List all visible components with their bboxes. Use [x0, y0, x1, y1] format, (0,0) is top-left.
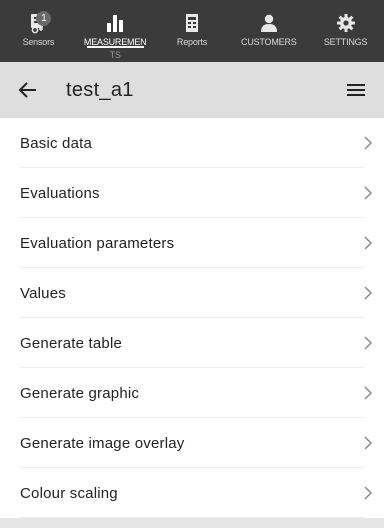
tab-measurements[interactable]: MEASUREMEN TS: [77, 0, 154, 62]
chevron-right-icon: [352, 318, 384, 368]
chevron-right-icon: [352, 468, 384, 518]
tab-settings-label: SETTINGS: [323, 37, 368, 47]
tab-sensors[interactable]: 1 Sensors: [0, 0, 77, 62]
list-item-colour-scaling[interactable]: Colour scaling: [0, 468, 384, 518]
chevron-right-icon: [352, 118, 384, 168]
chevron-right-icon: [352, 268, 384, 318]
top-navigation: 1 Sensors MEASUREMEN TS Reports CUSTOMER…: [0, 0, 384, 62]
list-item-label: Evaluations: [20, 184, 100, 202]
menu-button[interactable]: [328, 62, 384, 118]
chevron-right-icon: [352, 368, 384, 418]
hamburger-menu-icon: [347, 84, 365, 96]
arrow-left-icon: [18, 82, 36, 98]
list-item-generate-graphic[interactable]: Generate graphic: [0, 368, 384, 418]
list-item-label: Generate graphic: [20, 384, 140, 402]
list-item-evaluations[interactable]: Evaluations: [0, 168, 384, 218]
tab-customers-label: CUSTOMERS: [241, 37, 297, 47]
bar-chart-icon: [107, 15, 124, 32]
page-title: test_a1: [66, 78, 134, 101]
title-bar: test_a1: [0, 62, 384, 118]
list-item-values[interactable]: Values: [0, 268, 384, 318]
list-item-label: Evaluation parameters: [20, 234, 175, 252]
list-item-basic-data[interactable]: Basic data: [0, 118, 384, 168]
tab-reports-label: Reports: [176, 37, 208, 47]
chevron-right-icon: [352, 168, 384, 218]
list-item-label: Values: [20, 284, 66, 302]
list-item-label: Generate table: [20, 334, 123, 352]
report-icon: [185, 14, 198, 32]
tab-sensors-label: Sensors: [22, 37, 55, 47]
chevron-right-icon: [352, 418, 384, 468]
list-item-label: Basic data: [20, 134, 93, 152]
active-tab-indicator: [86, 46, 144, 48]
tab-measurements-label-overflow: TS: [109, 50, 121, 60]
tab-measurements-label: MEASUREMEN TS: [80, 37, 150, 60]
list-item-generate-image-overlay[interactable]: Generate image overlay: [0, 418, 384, 468]
tab-reports[interactable]: Reports: [154, 0, 231, 62]
tab-customers[interactable]: CUSTOMERS: [230, 0, 307, 62]
list-item-label: Colour scaling: [20, 484, 118, 502]
gear-icon: [336, 14, 355, 32]
back-button[interactable]: [0, 62, 56, 118]
list-item-label: Generate image overlay: [20, 434, 185, 452]
chevron-right-icon: [352, 218, 384, 268]
customer-icon: [260, 14, 277, 32]
list-item-evaluation-parameters[interactable]: Evaluation parameters: [0, 218, 384, 268]
list-bottom-edge: [0, 518, 384, 528]
tab-settings[interactable]: SETTINGS: [307, 0, 384, 62]
menu-list: Basic data Evaluations Evaluation parame…: [0, 118, 384, 518]
list-item-generate-table[interactable]: Generate table: [0, 318, 384, 368]
